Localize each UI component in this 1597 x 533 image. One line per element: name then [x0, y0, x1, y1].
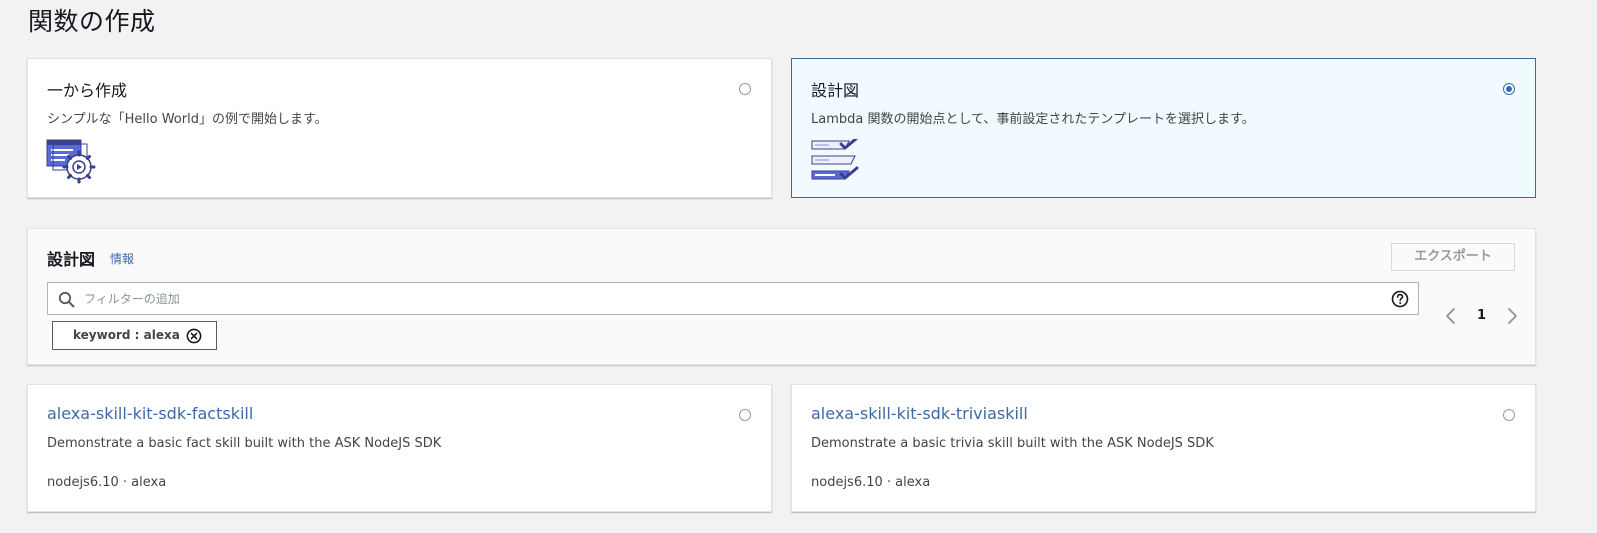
blueprint-meta: nodejs6.10 · alexa: [47, 475, 167, 490]
option-title: 設計図: [811, 81, 860, 100]
blueprint-radio[interactable]: [1503, 409, 1515, 421]
close-circle-icon[interactable]: [186, 328, 202, 344]
option-radio-blueprint[interactable]: [1503, 83, 1515, 95]
pagination-current-page[interactable]: 1: [1477, 308, 1486, 323]
filter-bar: [47, 282, 1419, 315]
checklist-icon: [811, 139, 859, 180]
option-title: 一から作成: [47, 81, 128, 100]
info-link[interactable]: 情報: [110, 250, 134, 267]
filter-token: keyword : alexa: [52, 321, 217, 350]
option-radio-author-from-scratch[interactable]: [739, 83, 751, 95]
window-gear-icon: [46, 139, 96, 184]
option-card-author-from-scratch[interactable]: 一から作成 シンプルな「Hello World」の例で開始します。: [27, 58, 772, 198]
blueprint-radio[interactable]: [739, 409, 751, 421]
blueprint-description: Demonstrate a basic fact skill built wit…: [47, 436, 442, 451]
page-title: 関数の作成: [28, 7, 156, 36]
export-button[interactable]: エクスポート: [1391, 243, 1515, 271]
filter-input[interactable]: [84, 287, 1374, 311]
option-description: Lambda 関数の開始点として、事前設定されたテンプレートを選択します。: [811, 112, 1255, 127]
blueprint-filter-panel: 設計図 情報 エクスポート keyword : alexa 1: [27, 228, 1536, 365]
help-icon[interactable]: [1391, 290, 1409, 308]
panel-title: 設計図: [47, 250, 96, 269]
blueprint-name-link[interactable]: alexa-skill-kit-sdk-triviaskill: [811, 404, 1028, 423]
blueprint-description: Demonstrate a basic trivia skill built w…: [811, 436, 1214, 451]
blueprint-card-factskill[interactable]: alexa-skill-kit-sdk-factskill Demonstrat…: [27, 384, 772, 512]
blueprint-card-triviaskill[interactable]: alexa-skill-kit-sdk-triviaskill Demonstr…: [791, 384, 1536, 512]
option-card-blueprint[interactable]: 設計図 Lambda 関数の開始点として、事前設定されたテンプレートを選択します…: [791, 58, 1536, 198]
chevron-right-icon[interactable]: [1505, 307, 1519, 325]
search-icon: [58, 291, 75, 308]
chevron-left-icon[interactable]: [1444, 307, 1458, 325]
filter-token-label: keyword : alexa: [73, 328, 180, 342]
blueprint-name-link[interactable]: alexa-skill-kit-sdk-factskill: [47, 404, 253, 423]
option-description: シンプルな「Hello World」の例で開始します。: [47, 112, 328, 127]
blueprint-meta: nodejs6.10 · alexa: [811, 475, 931, 490]
